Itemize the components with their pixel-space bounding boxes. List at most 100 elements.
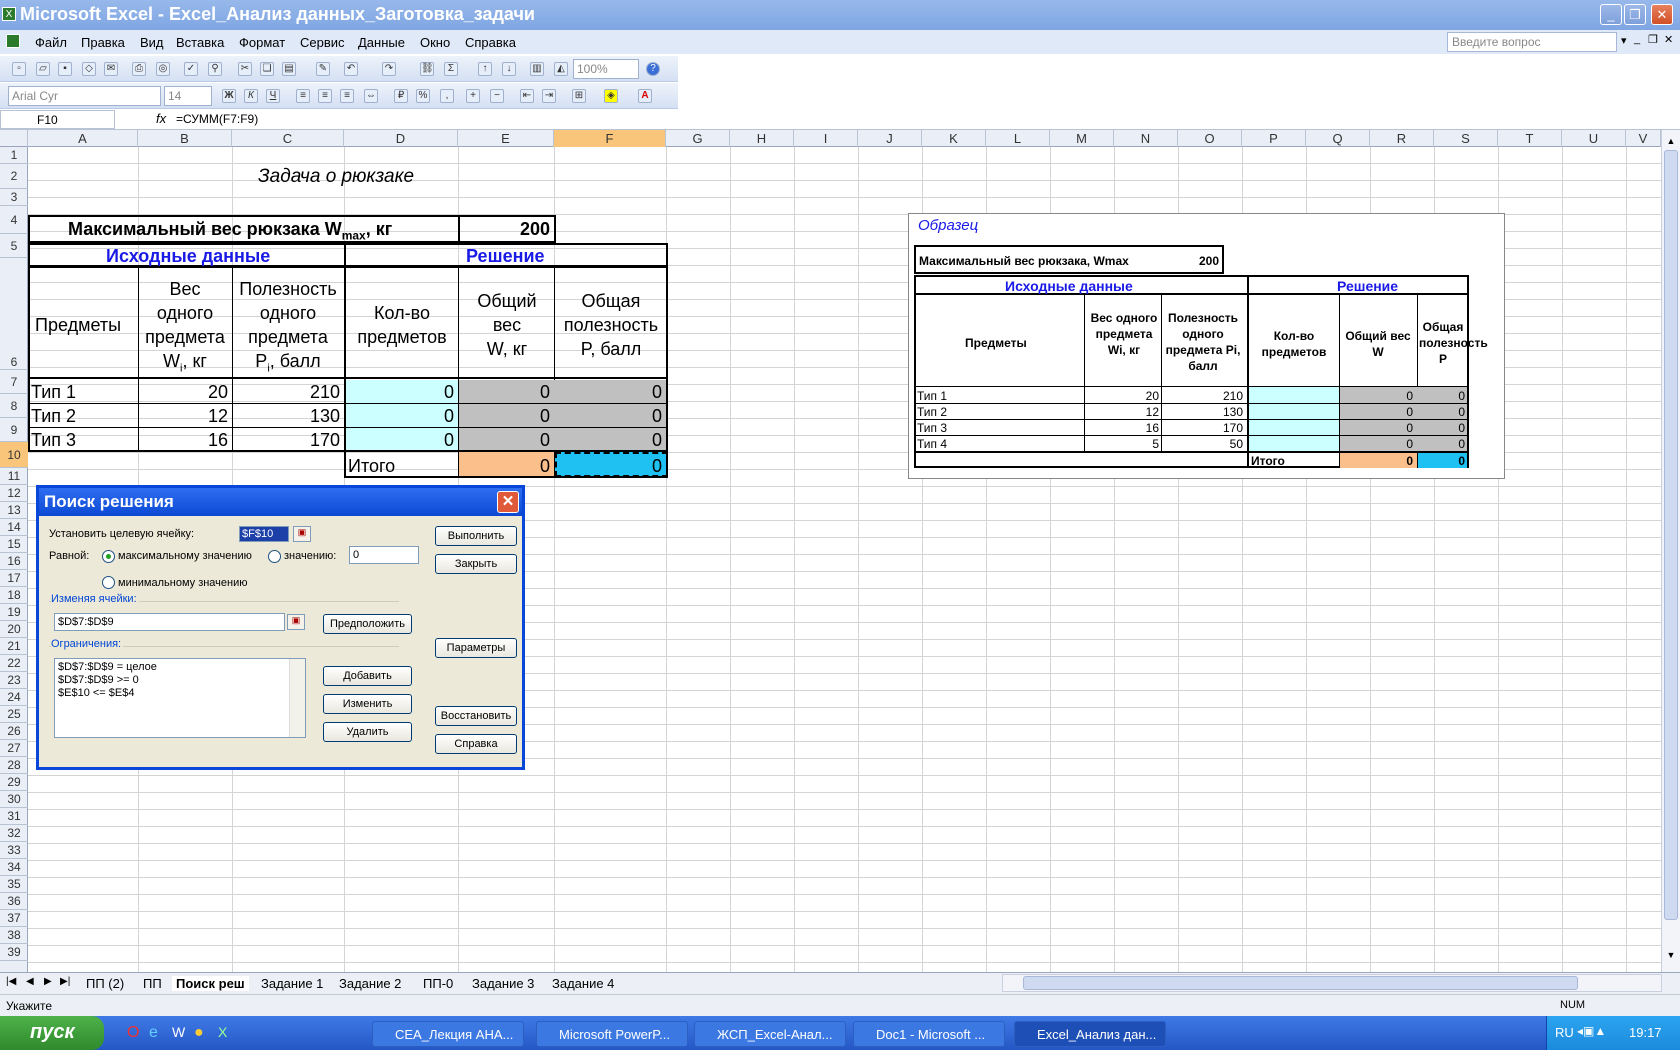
row-header[interactable]: 34 bbox=[0, 859, 28, 876]
row-header[interactable]: 37 bbox=[0, 910, 28, 927]
workbook-icon[interactable] bbox=[6, 34, 20, 48]
min-radio-label[interactable]: минимальному значению bbox=[118, 577, 248, 589]
changing-cells-picker-icon[interactable]: ▣ bbox=[287, 614, 305, 630]
tab-first-icon[interactable]: |◀ bbox=[6, 976, 16, 987]
italic-icon[interactable]: К bbox=[244, 89, 258, 103]
row-item-2-util[interactable]: 130 bbox=[234, 406, 340, 427]
merge-icon[interactable]: ⇔ bbox=[364, 89, 378, 103]
tab-pp[interactable]: ПП bbox=[143, 976, 162, 991]
row-header[interactable]: 6 bbox=[0, 258, 28, 370]
sort-asc-icon[interactable]: ↑ bbox=[478, 62, 492, 76]
value-input[interactable]: 0 bbox=[349, 546, 419, 564]
indent-icon[interactable]: ⇥ bbox=[542, 89, 556, 103]
copy-icon[interactable]: ❏ bbox=[260, 62, 274, 76]
horizontal-scrollbar[interactable] bbox=[1002, 974, 1662, 992]
tab-zadanie-4[interactable]: Задание 4 bbox=[552, 976, 614, 991]
doc-minimize-icon[interactable]: _ bbox=[1634, 33, 1640, 45]
col-header-v[interactable]: V bbox=[1626, 130, 1661, 147]
excel-quick-icon[interactable]: X bbox=[218, 1024, 227, 1040]
minimize-button[interactable]: _ bbox=[1600, 4, 1622, 25]
col-header-c[interactable]: C bbox=[232, 130, 344, 147]
col-header-n[interactable]: N bbox=[1114, 130, 1178, 147]
row-header[interactable]: 11 bbox=[0, 468, 28, 485]
help-search-input[interactable]: Введите вопрос bbox=[1447, 32, 1617, 52]
menu-insert[interactable]: Вставка bbox=[176, 35, 224, 50]
scroll-down-icon[interactable]: ▼ bbox=[1664, 950, 1678, 964]
col-header-r[interactable]: R bbox=[1370, 130, 1434, 147]
options-button[interactable]: Параметры bbox=[435, 638, 517, 658]
row-header[interactable]: 31 bbox=[0, 808, 28, 825]
vertical-scrollbar[interactable]: ▲ ▼ bbox=[1661, 130, 1680, 972]
row-header[interactable]: 13 bbox=[0, 502, 28, 519]
tab-pp0[interactable]: ПП-0 bbox=[423, 976, 453, 991]
tab-next-icon[interactable]: ▶ bbox=[44, 976, 52, 987]
row-header[interactable]: 23 bbox=[0, 672, 28, 689]
font-select[interactable]: Arial Cyr bbox=[8, 86, 161, 106]
row-item-2-name[interactable]: Тип 2 bbox=[31, 406, 76, 427]
zoom-select[interactable]: 100% bbox=[573, 59, 639, 79]
select-all[interactable] bbox=[0, 130, 28, 147]
value-radio[interactable] bbox=[268, 550, 281, 563]
email-icon[interactable]: ✉ bbox=[104, 62, 118, 76]
row-item-3-total-p[interactable]: 0 bbox=[556, 430, 662, 451]
tab-zadanie-2[interactable]: Задание 2 bbox=[339, 976, 401, 991]
tab-pp2[interactable]: ПП (2) bbox=[86, 976, 124, 991]
task-folder[interactable]: СЕА_Лекция АНА... bbox=[372, 1021, 524, 1047]
tab-zadanie-3[interactable]: Задание 3 bbox=[472, 976, 534, 991]
increase-decimal-icon[interactable]: + bbox=[466, 89, 480, 103]
max-weight-value[interactable]: 200 bbox=[460, 219, 550, 240]
col-header-u[interactable]: U bbox=[1562, 130, 1626, 147]
tab-poisk-resh[interactable]: Поиск реш bbox=[172, 976, 249, 991]
total-p-value[interactable]: 0 bbox=[556, 456, 662, 477]
font-size-select[interactable]: 14 bbox=[164, 86, 212, 106]
col-header-i[interactable]: I bbox=[794, 130, 858, 147]
thousands-icon[interactable]: , bbox=[440, 89, 454, 103]
row-header[interactable]: 36 bbox=[0, 893, 28, 910]
help-icon[interactable]: ? bbox=[646, 62, 660, 76]
col-header-m[interactable]: M bbox=[1050, 130, 1114, 147]
row-item-1-weight[interactable]: 20 bbox=[140, 382, 228, 403]
row-header[interactable]: 39 bbox=[0, 944, 28, 961]
row-header[interactable]: 9 bbox=[0, 418, 28, 442]
row-item-3-total-w[interactable]: 0 bbox=[460, 430, 550, 451]
scroll-thumb[interactable] bbox=[1664, 150, 1678, 920]
name-box[interactable]: F10 bbox=[0, 110, 115, 129]
language-indicator[interactable]: RU bbox=[1555, 1025, 1574, 1040]
row-header[interactable]: 20 bbox=[0, 621, 28, 638]
min-radio[interactable] bbox=[102, 576, 115, 589]
sort-desc-icon[interactable]: ↓ bbox=[502, 62, 516, 76]
col-header-d[interactable]: D bbox=[344, 130, 458, 147]
underline-icon[interactable]: Ч bbox=[266, 89, 280, 103]
permission-icon[interactable]: ◇ bbox=[82, 62, 96, 76]
chart-icon[interactable]: ▥ bbox=[530, 62, 544, 76]
ie-icon[interactable]: e bbox=[149, 1024, 158, 1042]
save-icon[interactable]: ▪ bbox=[58, 62, 72, 76]
task-powerpoint[interactable]: Microsoft PowerP... bbox=[536, 1021, 688, 1047]
align-center-icon[interactable]: ≡ bbox=[318, 89, 332, 103]
row-item-3-weight[interactable]: 16 bbox=[140, 430, 228, 451]
help-dropdown-icon[interactable]: ▾ bbox=[1621, 34, 1627, 47]
row-header[interactable]: 21 bbox=[0, 638, 28, 655]
col-header-e[interactable]: E bbox=[458, 130, 554, 147]
constraint-item[interactable]: $E$10 <= $E$4 bbox=[58, 687, 302, 700]
formula-input[interactable]: =СУММ(F7:F9) bbox=[176, 112, 258, 126]
total-label[interactable]: Итого bbox=[348, 456, 395, 477]
tab-prev-icon[interactable]: ◀ bbox=[26, 976, 34, 987]
autosum-icon[interactable]: Σ bbox=[444, 62, 458, 76]
row-header[interactable]: 14 bbox=[0, 519, 28, 536]
col-header-p[interactable]: P bbox=[1242, 130, 1306, 147]
menu-data[interactable]: Данные bbox=[358, 35, 405, 50]
col-header-l[interactable]: L bbox=[986, 130, 1050, 147]
font-color-icon[interactable]: A bbox=[638, 89, 652, 103]
task-excel[interactable]: Excel_Анализ дан... bbox=[1014, 1021, 1166, 1047]
row-header[interactable]: 22 bbox=[0, 655, 28, 672]
borders-icon[interactable]: ⊞ bbox=[572, 89, 586, 103]
media-icon[interactable]: ● bbox=[194, 1024, 204, 1042]
undo-icon[interactable]: ↶ bbox=[344, 62, 358, 76]
menu-window[interactable]: Окно bbox=[420, 35, 450, 50]
fill-color-icon[interactable]: ◈ bbox=[604, 89, 618, 103]
tab-zadanie-1[interactable]: Задание 1 bbox=[261, 976, 323, 991]
paste-icon[interactable]: ▤ bbox=[282, 62, 296, 76]
row-header[interactable]: 5 bbox=[0, 234, 28, 258]
hyperlink-icon[interactable]: ⛓ bbox=[420, 62, 434, 76]
